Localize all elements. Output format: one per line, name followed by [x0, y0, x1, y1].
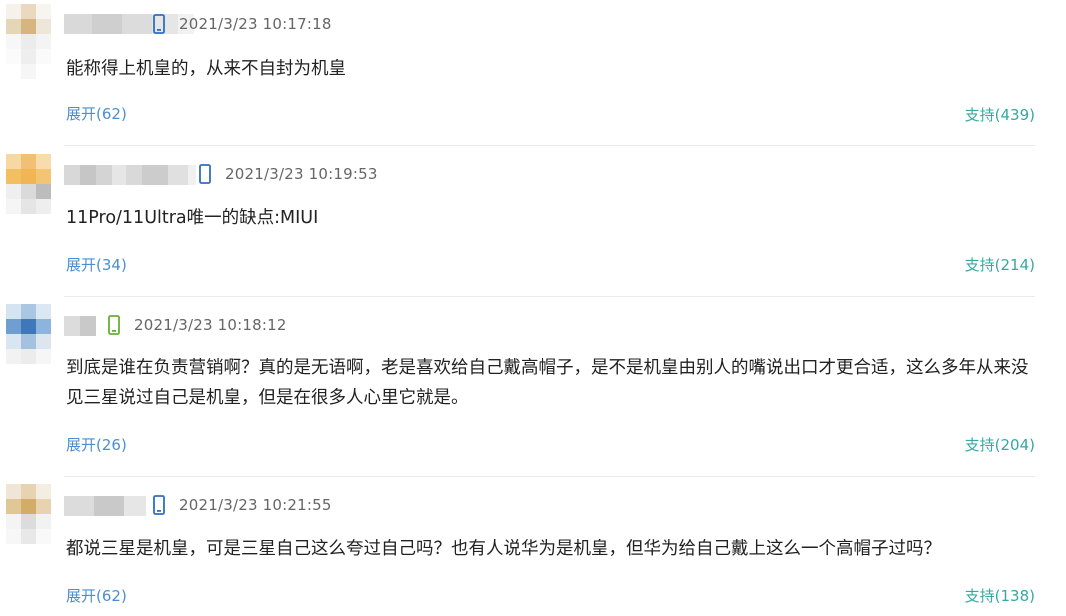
comment-list: 2021/3/23 10:17:18 能称得上机皇的，从来不自封为机皇 展开(6… [0, 0, 1066, 616]
comment-item: 2021/3/23 10:21:55 都说三星是机皇，可是三星自己这么夸过自己吗… [0, 476, 1066, 616]
expand-replies-link[interactable]: 展开(62) [66, 586, 127, 606]
expand-replies-link[interactable]: 展开(26) [66, 435, 127, 455]
comment-text: 能称得上机皇的，从来不自封为机皇 [66, 59, 346, 79]
support-button[interactable]: 支持(204) [965, 435, 1035, 455]
avatar[interactable] [6, 4, 51, 80]
username[interactable] [64, 14, 194, 34]
phone-icon-graphic [153, 14, 165, 34]
phone-icon-graphic [199, 164, 211, 184]
comment-text: 到底是谁在负责营销啊？真的是无语啊，老是喜欢给自己戴高帽子，是不是机皇由别人的嘴… [66, 358, 1029, 408]
comment-timestamp: 2021/3/23 10:19:53 [225, 165, 378, 183]
comment-timestamp: 2021/3/23 10:21:55 [179, 496, 332, 514]
phone-icon-graphic [108, 315, 120, 335]
avatar[interactable] [6, 154, 51, 230]
username[interactable] [64, 165, 196, 185]
avatar[interactable] [6, 304, 51, 380]
comment-divider [64, 296, 1035, 297]
comment-text: 都说三星是机皇，可是三星自己这么夸过自己吗？也有人说华为是机皇，但华为给自己戴上… [66, 539, 941, 559]
comment-item: 2021/3/23 10:19:53 11Pro/11Ultra唯一的缺点:MI… [0, 145, 1066, 296]
username[interactable] [64, 316, 96, 336]
expand-replies-link[interactable]: 展开(62) [66, 104, 127, 124]
comment-text: 11Pro/11Ultra唯一的缺点:MIUI [66, 208, 319, 228]
comment-item: 2021/3/23 10:18:12 到底是谁在负责营销啊？真的是无语啊，老是喜… [0, 296, 1066, 476]
username[interactable] [64, 496, 146, 516]
support-button[interactable]: 支持(214) [965, 255, 1035, 275]
comment-timestamp: 2021/3/23 10:18:12 [134, 316, 287, 334]
phone-icon [199, 164, 211, 184]
comment-divider [64, 476, 1035, 477]
avatar[interactable] [6, 484, 51, 560]
support-button[interactable]: 支持(439) [965, 105, 1035, 125]
comment-item: 2021/3/23 10:17:18 能称得上机皇的，从来不自封为机皇 展开(6… [0, 0, 1066, 145]
expand-replies-link[interactable]: 展开(34) [66, 255, 127, 275]
comment-timestamp: 2021/3/23 10:17:18 [179, 15, 332, 33]
phone-icon-graphic [153, 495, 165, 515]
support-button[interactable]: 支持(138) [965, 586, 1035, 606]
phone-icon [153, 495, 165, 515]
comment-divider [64, 145, 1035, 146]
phone-icon [153, 14, 165, 34]
phone-icon [108, 315, 120, 335]
